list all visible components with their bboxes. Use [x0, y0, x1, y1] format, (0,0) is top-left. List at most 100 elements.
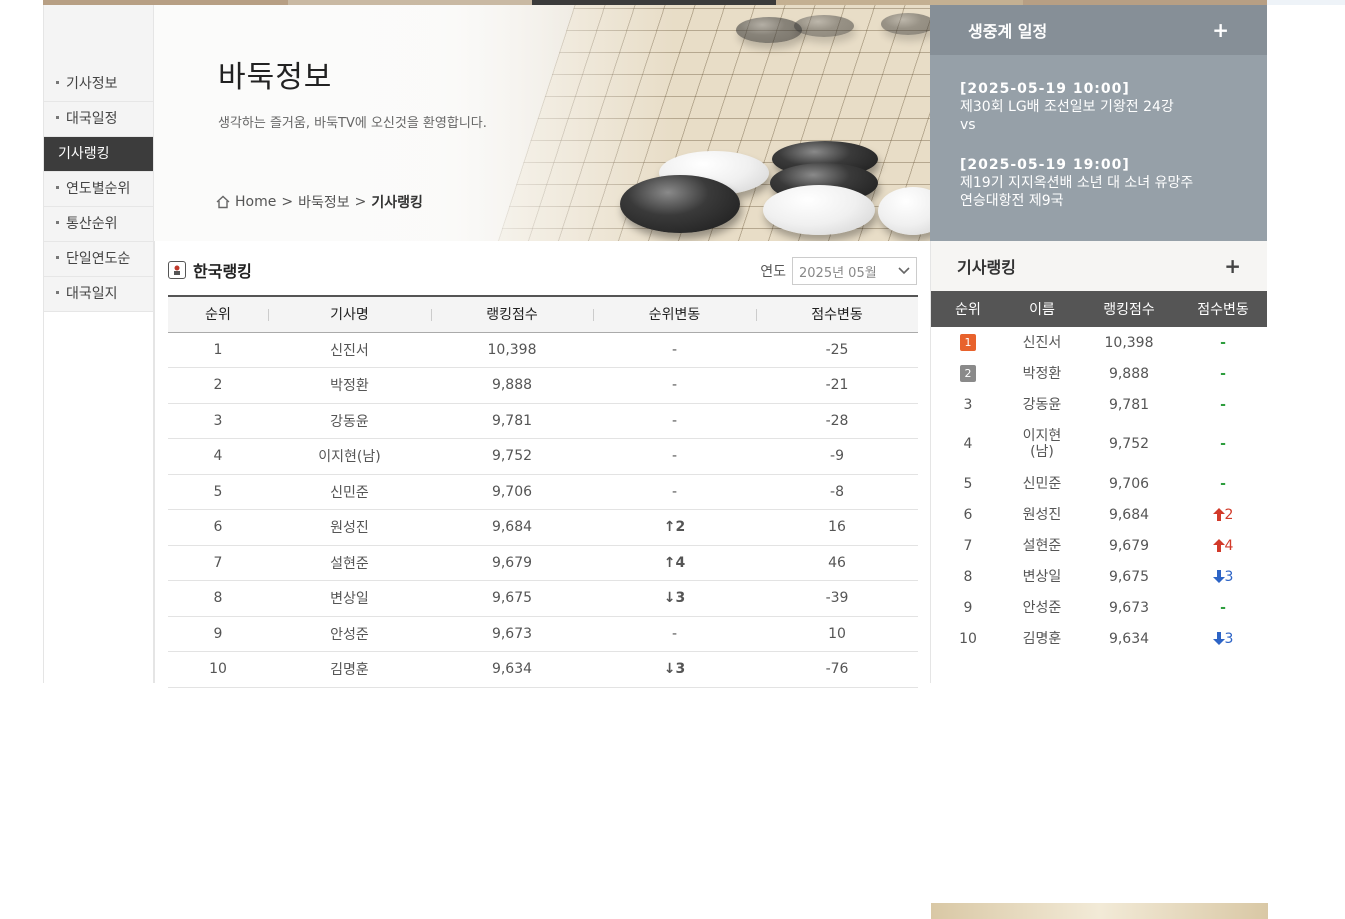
sidebar-item-label: 대국일지: [66, 286, 118, 302]
player-name-cell[interactable]: 원성진: [268, 509, 431, 546]
sidebar-item-game-schedule[interactable]: 대국일정: [44, 102, 153, 137]
score-change-cell: -21: [756, 367, 918, 404]
rank-number: 3: [963, 396, 973, 413]
score-cell: 10,398: [1104, 334, 1154, 351]
table-header-row: 순위 기사명 랭킹점수 순위변동 점수변동: [168, 295, 918, 333]
rank-cell: 1: [168, 332, 268, 368]
year-label: 연도: [760, 264, 786, 280]
player-name-cell[interactable]: 안성준: [268, 616, 431, 652]
plus-icon[interactable]: +: [1212, 18, 1229, 42]
sidebar-item-yearly-rank[interactable]: 연도별순위: [44, 172, 153, 207]
score-cell: 9,675: [431, 580, 593, 617]
score-cell: 9,675: [1108, 568, 1150, 585]
rank-number: 6: [963, 506, 973, 523]
player-name-cell[interactable]: 박정환: [1005, 358, 1079, 389]
black-stone-image: [620, 175, 740, 233]
list-item[interactable]: 8 변상일 9,675 3: [931, 561, 1267, 592]
top-right-strip: [1267, 0, 1345, 5]
score-change-cell: -: [1179, 358, 1267, 389]
player-name-cell[interactable]: 강동윤: [268, 403, 431, 439]
sidebar-item-game-log[interactable]: 대국일지: [44, 277, 153, 312]
score-cell: 9,679: [431, 545, 593, 581]
player-name-cell[interactable]: 신진서: [268, 332, 431, 368]
player-name-cell[interactable]: 변상일: [268, 580, 431, 617]
plus-icon[interactable]: +: [1224, 254, 1241, 278]
breadcrumb-home[interactable]: Home: [235, 194, 276, 210]
schedule-event[interactable]: [2025-05-19 19:00] 제19기 지지옥션배 소년 대 소녀 유망…: [960, 156, 1193, 210]
change-value: 3: [1224, 568, 1234, 585]
player-name-cell[interactable]: 이지현(남): [268, 438, 431, 475]
rank-cell: 1: [931, 327, 1005, 358]
list-item[interactable]: 4 이지현 (남) 9,752 -: [931, 420, 1267, 468]
table-row[interactable]: 9 안성준 9,673-10: [168, 616, 918, 652]
rank-cell: 3: [931, 389, 1005, 420]
page-title: 바둑정보: [218, 60, 333, 95]
rank-cell: 4: [931, 420, 1005, 468]
rank-number: 8: [963, 568, 973, 585]
rank-cell: 8: [931, 561, 1005, 592]
sidebar-section-player-ranking[interactable]: 기사랭킹: [44, 137, 153, 172]
table-row[interactable]: 1 신진서 10,398- -25: [168, 332, 918, 368]
list-item[interactable]: 7 설현준 9,679 4: [931, 530, 1267, 561]
rank-cell: 4: [168, 438, 268, 475]
chevron-down-icon: [898, 267, 910, 275]
player-name-cell[interactable]: 안성준: [1005, 592, 1079, 623]
table-row[interactable]: 2 박정환 9,888- -21: [168, 367, 918, 404]
breadcrumb: Home > 바둑정보 > 기사랭킹: [216, 192, 423, 212]
list-item[interactable]: 6 원성진 9,684 2: [931, 499, 1267, 530]
rank-cell: 6: [931, 499, 1005, 530]
player-name-cell[interactable]: 신진서: [1005, 327, 1079, 358]
player-name-cell[interactable]: 변상일: [1005, 561, 1079, 592]
column-header: 랭킹점수: [1079, 291, 1179, 327]
rank-change-cell: -: [593, 403, 756, 439]
sidebar-item-career-rank[interactable]: 통산순위: [44, 207, 153, 242]
player-name-cell[interactable]: 신민준: [268, 474, 431, 510]
no-change-icon: -: [1220, 365, 1226, 382]
player-name-cell[interactable]: 이지현 (남): [1005, 420, 1079, 468]
sidebar-top-space: [44, 5, 153, 67]
sidebar-item-player-info[interactable]: 기사정보: [44, 67, 153, 102]
sidebar-item-label: 단일연도순: [66, 251, 131, 267]
breadcrumb-baduk-info[interactable]: 바둑정보: [298, 192, 350, 212]
score-change-cell: 16: [756, 509, 918, 546]
score-change-cell: -: [1179, 592, 1267, 623]
white-stone-image: [763, 185, 875, 235]
list-item[interactable]: 1 신진서 10,398 -: [931, 327, 1267, 358]
table-row[interactable]: 7 설현준 9,679 ↑4 46: [168, 545, 918, 581]
list-item[interactable]: 5 신민준 9,706 -: [931, 468, 1267, 499]
live-schedule-panel: 생중계 일정 + [2025-05-19 10:00] 제30회 LG배 조선일…: [930, 5, 1267, 241]
table-row[interactable]: 10 김명훈 9,634 ↓3 -76: [168, 651, 918, 688]
rank-change-cell: -: [593, 438, 756, 475]
player-name-cell[interactable]: 설현준: [268, 545, 431, 581]
table-row[interactable]: 3 강동윤 9,781- -28: [168, 403, 918, 439]
live-schedule-title: 생중계 일정: [968, 22, 1048, 41]
list-item[interactable]: 10 김명훈 9,634 3: [931, 623, 1267, 654]
list-item[interactable]: 3 강동윤 9,781 -: [931, 389, 1267, 420]
player-name-cell[interactable]: 강동윤: [1005, 389, 1079, 420]
table-row[interactable]: 8 변상일 9,675 ↓3 -39: [168, 580, 918, 617]
table-row[interactable]: 5 신민준 9,706- -8: [168, 474, 918, 510]
player-name-cell[interactable]: 김명훈: [268, 651, 431, 688]
player-name-cell[interactable]: 김명훈: [1005, 623, 1079, 654]
score-cell: 9,706: [1108, 475, 1150, 492]
player-name-cell[interactable]: 원성진: [1005, 499, 1079, 530]
schedule-event[interactable]: [2025-05-19 10:00] 제30회 LG배 조선일보 기왕전 24강…: [960, 80, 1174, 134]
column-header: 기사명: [268, 295, 431, 333]
bullet-icon: [56, 290, 59, 294]
score-change-cell: 10: [756, 616, 918, 652]
player-name-cell[interactable]: 신민준: [1005, 468, 1079, 499]
sidebar-item-single-year[interactable]: 단일연도순: [44, 242, 153, 277]
table-row[interactable]: 4 이지현(남) 9,752- -9: [168, 438, 918, 475]
player-name-cell[interactable]: 설현준: [1005, 530, 1079, 561]
list-item[interactable]: 2 박정환 9,888 -: [931, 358, 1267, 389]
page-subtitle: 생각하는 즐거움, 바둑TV에 오신것을 환영합니다.: [218, 116, 487, 131]
score-cell: 9,673: [1108, 599, 1150, 616]
rank-number: 7: [963, 537, 973, 554]
year-select[interactable]: 2025년 05월: [792, 257, 917, 285]
score-cell: 9,684: [1108, 506, 1150, 523]
rank-cell: 9: [931, 592, 1005, 623]
score-cell: 9,752: [431, 438, 593, 475]
table-row[interactable]: 6 원성진 9,684 ↑2 16: [168, 509, 918, 546]
player-name-cell[interactable]: 박정환: [268, 367, 431, 404]
list-item[interactable]: 9 안성준 9,673 -: [931, 592, 1267, 623]
